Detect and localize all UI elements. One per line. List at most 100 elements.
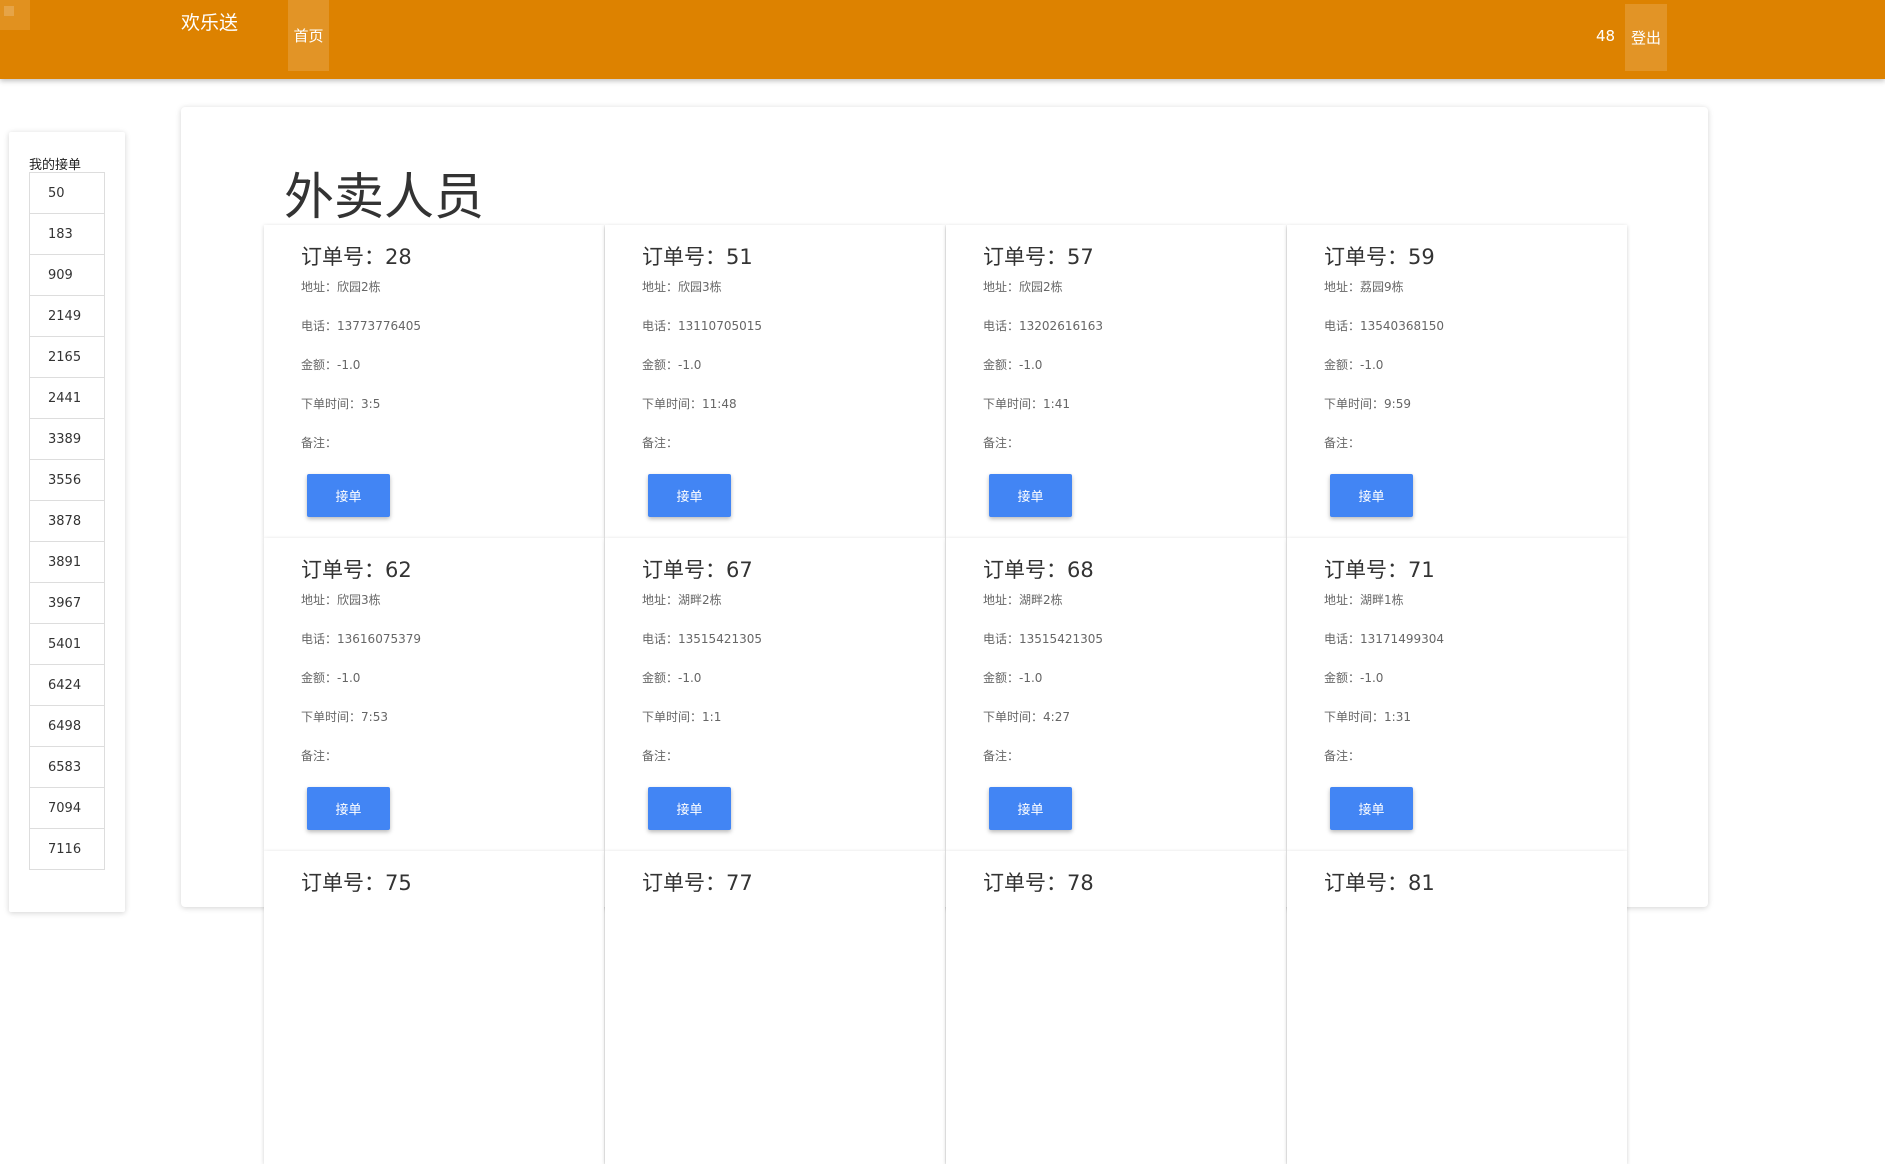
order-amount-value: -1.0 bbox=[1019, 671, 1043, 685]
sidebar-order-item[interactable]: 7116 bbox=[29, 829, 105, 870]
accept-order-button[interactable]: 接单 bbox=[1330, 474, 1413, 517]
order-time-label: 下单时间： bbox=[301, 710, 362, 724]
accept-order-button[interactable]: 接单 bbox=[648, 474, 731, 517]
sidebar-order-item[interactable]: 2165 bbox=[29, 337, 105, 378]
order-address-label: 地址： bbox=[983, 280, 1020, 294]
order-card: 订单号：57 地址：欣园2栋 电话：13202616163 金额：-1.0 下单时间：1… bbox=[946, 225, 1286, 538]
order-note: 备注： bbox=[1324, 434, 1360, 451]
main-panel: 外卖人员 订单号：28 地址：欣园2栋 电话：13773776405 金额：-1.0 下… bbox=[181, 107, 1708, 1164]
order-number-label: 订单号： bbox=[983, 871, 1067, 895]
order-amount-value: -1.0 bbox=[1360, 358, 1384, 372]
order-phone: 电话：13773776405 bbox=[301, 317, 421, 334]
order-time: 下单时间：9:59 bbox=[1324, 395, 1411, 412]
order-phone-value: 13202616163 bbox=[1019, 319, 1103, 333]
order-address: 地址：湖畔2栋 bbox=[983, 591, 1063, 608]
order-note-label: 备注： bbox=[642, 436, 679, 450]
order-number: 订单号：71 bbox=[1324, 554, 1435, 584]
order-card-grid: 订单号：28 地址：欣园2栋 电话：13773776405 金额：-1.0 下单时间：3… bbox=[264, 225, 1628, 1164]
sidebar-order-item[interactable]: 3556 bbox=[29, 460, 105, 501]
accept-order-button[interactable]: 接单 bbox=[989, 787, 1072, 830]
sidebar-order-item[interactable]: 2441 bbox=[29, 378, 105, 419]
order-card: 订单号：78 bbox=[946, 851, 1286, 1164]
order-amount: 金额：-1.0 bbox=[642, 669, 701, 686]
logout-button[interactable]: 登出 bbox=[1625, 4, 1667, 71]
order-address: 地址：欣园2栋 bbox=[301, 278, 381, 295]
order-number-value: 77 bbox=[726, 871, 753, 895]
menu-toggle-icon[interactable] bbox=[0, 0, 30, 30]
order-amount: 金额：-1.0 bbox=[983, 356, 1042, 373]
order-phone-label: 电话： bbox=[983, 319, 1020, 333]
order-phone-value: 13773776405 bbox=[337, 319, 421, 333]
sidebar-order-item[interactable]: 3878 bbox=[29, 501, 105, 542]
sidebar-title: 我的接单 bbox=[29, 158, 82, 173]
order-number-value: 78 bbox=[1067, 871, 1094, 895]
page-title: 外卖人员 bbox=[284, 168, 484, 226]
order-address: 地址：欣园2栋 bbox=[983, 278, 1063, 295]
order-card: 订单号：71 地址：湖畔1栋 电话：13171499304 金额：-1.0 下单时间：1… bbox=[1287, 538, 1627, 851]
order-time: 下单时间：11:48 bbox=[642, 395, 737, 412]
order-number: 订单号：75 bbox=[301, 867, 412, 897]
order-note: 备注： bbox=[301, 434, 337, 451]
sidebar-order-item[interactable]: 6424 bbox=[29, 665, 105, 706]
sidebar-order-item[interactable]: 7094 bbox=[29, 788, 105, 829]
order-note: 备注： bbox=[1324, 747, 1360, 764]
brand-logo[interactable]: 欢乐送 bbox=[181, 8, 238, 35]
order-time: 下单时间：7:53 bbox=[301, 708, 388, 725]
order-number-label: 订单号： bbox=[301, 558, 385, 582]
order-amount-label: 金额： bbox=[1324, 671, 1361, 685]
order-amount-value: -1.0 bbox=[1019, 358, 1043, 372]
order-phone-label: 电话： bbox=[642, 632, 679, 646]
sidebar-order-item[interactable]: 3967 bbox=[29, 583, 105, 624]
order-number-label: 订单号： bbox=[1324, 558, 1408, 582]
accept-order-button[interactable]: 接单 bbox=[989, 474, 1072, 517]
order-address: 地址：湖畔1栋 bbox=[1324, 591, 1404, 608]
order-time: 下单时间：1:31 bbox=[1324, 708, 1411, 725]
order-phone-label: 电话： bbox=[301, 632, 338, 646]
order-amount: 金额：-1.0 bbox=[301, 669, 360, 686]
order-number: 订单号：67 bbox=[642, 554, 753, 584]
order-time-value: 4:27 bbox=[1043, 710, 1070, 724]
order-phone-label: 电话： bbox=[301, 319, 338, 333]
sidebar-order-item[interactable]: 6498 bbox=[29, 706, 105, 747]
order-note-label: 备注： bbox=[301, 436, 338, 450]
order-phone-value: 13110705015 bbox=[678, 319, 762, 333]
order-phone: 电话：13202616163 bbox=[983, 317, 1103, 334]
order-time-label: 下单时间： bbox=[1324, 710, 1385, 724]
order-number-value: 28 bbox=[385, 245, 412, 269]
order-amount-value: -1.0 bbox=[678, 671, 702, 685]
order-address-label: 地址： bbox=[1324, 280, 1361, 294]
order-note: 备注： bbox=[983, 434, 1019, 451]
order-time-label: 下单时间： bbox=[983, 397, 1044, 411]
order-card: 订单号：59 地址：荔园9栋 电话：13540368150 金额：-1.0 下单时间：9… bbox=[1287, 225, 1627, 538]
order-time-label: 下单时间： bbox=[642, 710, 703, 724]
accept-order-button[interactable]: 接单 bbox=[648, 787, 731, 830]
order-number: 订单号：68 bbox=[983, 554, 1094, 584]
sidebar-order-item[interactable]: 2149 bbox=[29, 296, 105, 337]
order-number: 订单号：62 bbox=[301, 554, 412, 584]
order-address-label: 地址： bbox=[642, 593, 679, 607]
order-time-value: 11:48 bbox=[702, 397, 737, 411]
sidebar-order-item[interactable]: 5401 bbox=[29, 624, 105, 665]
accept-order-button[interactable]: 接单 bbox=[1330, 787, 1413, 830]
order-time: 下单时间：4:27 bbox=[983, 708, 1070, 725]
order-card: 订单号：62 地址：欣园3栋 电话：13616075379 金额：-1.0 下单时间：7… bbox=[264, 538, 604, 851]
accept-order-button[interactable]: 接单 bbox=[307, 474, 390, 517]
order-time-value: 9:59 bbox=[1384, 397, 1411, 411]
sidebar-order-item[interactable]: 50 bbox=[29, 172, 105, 214]
sidebar-order-item[interactable]: 909 bbox=[29, 255, 105, 296]
order-address-value: 湖畔1栋 bbox=[1360, 593, 1404, 607]
sidebar-order-item[interactable]: 3389 bbox=[29, 419, 105, 460]
order-number-value: 71 bbox=[1408, 558, 1435, 582]
sidebar-order-item[interactable]: 6583 bbox=[29, 747, 105, 788]
sidebar-order-item[interactable]: 3891 bbox=[29, 542, 105, 583]
order-time-value: 1:41 bbox=[1043, 397, 1070, 411]
sidebar-order-item[interactable]: 183 bbox=[29, 214, 105, 255]
order-note-label: 备注： bbox=[1324, 436, 1361, 450]
nav-home-link[interactable]: 首页 bbox=[288, 0, 329, 71]
order-phone-label: 电话： bbox=[1324, 632, 1361, 646]
order-amount-label: 金额： bbox=[983, 671, 1020, 685]
order-note-label: 备注： bbox=[1324, 749, 1361, 763]
accept-order-button[interactable]: 接单 bbox=[307, 787, 390, 830]
order-number: 订单号：57 bbox=[983, 241, 1094, 271]
order-address-value: 欣园3栋 bbox=[337, 593, 381, 607]
